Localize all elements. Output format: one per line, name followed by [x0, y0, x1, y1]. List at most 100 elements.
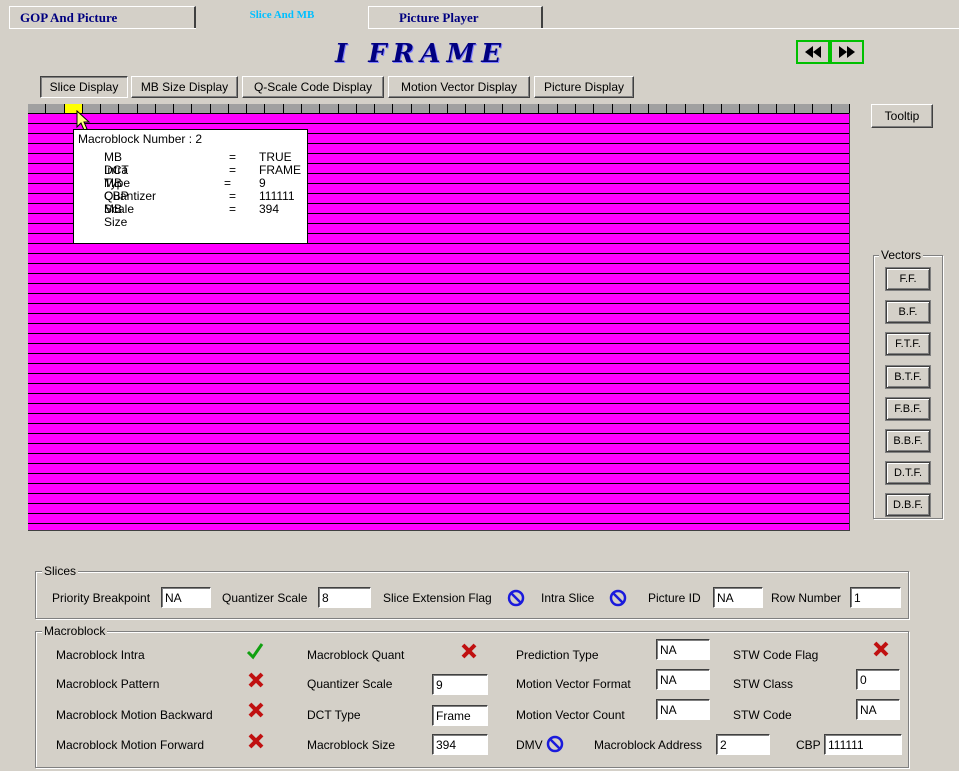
- cross-icon: [248, 702, 264, 718]
- tooltip-equals: =: [229, 202, 237, 216]
- motion-vector-count-field[interactable]: NA: [656, 699, 710, 720]
- macroblock-cell[interactable]: [210, 104, 229, 113]
- dct-type-label: DCT Type: [307, 708, 361, 722]
- macroblock-cell[interactable]: [685, 104, 704, 113]
- macroblock-cell[interactable]: [502, 104, 522, 113]
- picture-id-field[interactable]: NA: [713, 587, 763, 608]
- macroblock-cell[interactable]: [356, 104, 376, 113]
- cross-icon: [461, 643, 477, 659]
- priority-breakpoint-field[interactable]: NA: [161, 587, 211, 608]
- macroblock-cell[interactable]: [174, 104, 193, 113]
- motion-vector-format-field[interactable]: NA: [656, 669, 710, 690]
- macroblock-cell[interactable]: [703, 104, 723, 113]
- mb-quantizer-scale-field[interactable]: 9: [432, 674, 488, 695]
- picture-id-label: Picture ID: [648, 591, 701, 605]
- tab-divider: [9, 28, 196, 29]
- macroblock-cell[interactable]: [466, 104, 485, 113]
- macroblock-row[interactable]: [28, 104, 850, 113]
- previous-frame-button[interactable]: [796, 40, 830, 64]
- intra-slice-label: Intra Slice: [541, 591, 595, 605]
- macroblock-size-label: Macroblock Size: [307, 738, 396, 752]
- macroblock-cell[interactable]: [155, 104, 175, 113]
- row-number-label: Row Number: [771, 591, 842, 605]
- tab-slice-and-mb[interactable]: Slice And MB: [196, 4, 368, 28]
- macroblock-cell[interactable]: [320, 104, 339, 113]
- macroblock-cell[interactable]: [283, 104, 302, 113]
- q-scale-code-display-button[interactable]: Q-Scale Code Display: [242, 76, 384, 98]
- vector-fbf-button[interactable]: F.B.F.: [885, 397, 931, 421]
- row-number-field[interactable]: 1: [850, 587, 901, 608]
- checkmark-icon: [246, 643, 264, 660]
- motion-vector-format-label: Motion Vector Format: [516, 677, 631, 691]
- macroblock-size-field[interactable]: 394: [432, 734, 488, 755]
- stw-code-field[interactable]: NA: [856, 699, 900, 720]
- macroblock-cell[interactable]: [137, 104, 156, 113]
- macroblock-cell[interactable]: [758, 104, 777, 113]
- next-frame-button[interactable]: [830, 40, 864, 64]
- tab-picture-player[interactable]: Picture Player: [368, 6, 543, 28]
- macroblock-cell[interactable]: [813, 104, 832, 113]
- macroblock-cell[interactable]: [301, 104, 321, 113]
- tab-gop-and-picture[interactable]: GOP And Picture: [9, 6, 196, 28]
- macroblock-cell[interactable]: [28, 104, 47, 113]
- macroblock-cell[interactable]: [594, 104, 613, 113]
- macroblock-cell[interactable]: [521, 104, 540, 113]
- macroblock-cell[interactable]: [740, 104, 759, 113]
- macroblock-cell[interactable]: [795, 104, 814, 113]
- slice-extension-flag-label: Slice Extension Flag: [383, 591, 492, 605]
- macroblock-cell[interactable]: [612, 104, 631, 113]
- cbp-field[interactable]: 111111: [824, 734, 902, 755]
- macroblock-cell[interactable]: [630, 104, 650, 113]
- rewind-icon: [805, 46, 821, 58]
- dct-type-field[interactable]: Frame: [432, 705, 488, 726]
- macroblock-cell[interactable]: [575, 104, 595, 113]
- prohibited-icon: [546, 735, 564, 753]
- macroblock-motion-backward-label: Macroblock Motion Backward: [56, 708, 213, 722]
- picture-display-button[interactable]: Picture Display: [534, 76, 634, 98]
- cross-icon: [873, 641, 889, 657]
- macroblock-cell[interactable]: [375, 104, 394, 113]
- macroblock-cell[interactable]: [393, 104, 412, 113]
- macroblock-cell[interactable]: [101, 104, 120, 113]
- stw-class-field[interactable]: 0: [856, 669, 900, 690]
- macroblock-cell[interactable]: [667, 104, 686, 113]
- slice-display-button[interactable]: Slice Display: [40, 76, 128, 98]
- macroblock-cell[interactable]: [831, 104, 850, 113]
- slices-group-title: Slices: [42, 564, 79, 578]
- mb-quantizer-scale-label: Quantizer Scale: [307, 677, 393, 691]
- macroblock-cell[interactable]: [247, 104, 266, 113]
- macroblock-cell[interactable]: [649, 104, 668, 113]
- vector-ftf-button[interactable]: F.T.F.: [885, 332, 931, 356]
- vector-bbf-button[interactable]: B.B.F.: [885, 429, 931, 453]
- macroblock-cell[interactable]: [557, 104, 576, 113]
- vector-dtf-button[interactable]: D.T.F.: [885, 461, 931, 485]
- priority-breakpoint-label: Priority Breakpoint: [52, 591, 151, 605]
- tooltip-button[interactable]: Tooltip: [871, 104, 933, 128]
- macroblock-cell[interactable]: [119, 104, 138, 113]
- macroblock-cell[interactable]: [448, 104, 467, 113]
- slice-quantizer-scale-field[interactable]: 8: [318, 587, 371, 608]
- macroblock-cell[interactable]: [539, 104, 558, 113]
- macroblock-cell[interactable]: [228, 104, 248, 113]
- macroblock-cell[interactable]: [776, 104, 796, 113]
- macroblock-cell[interactable]: [265, 104, 284, 113]
- macroblock-cell[interactable]: [429, 104, 449, 113]
- prohibited-icon: [609, 589, 627, 607]
- prediction-type-field[interactable]: NA: [656, 639, 710, 660]
- cross-icon: [248, 733, 264, 749]
- macroblock-cell[interactable]: [46, 104, 65, 113]
- prohibited-icon: [507, 589, 525, 607]
- macroblock-cell[interactable]: [411, 104, 430, 113]
- macroblock-cell[interactable]: [722, 104, 741, 113]
- macroblock-address-field[interactable]: 2: [716, 734, 770, 755]
- vector-btf-button[interactable]: B.T.F.: [885, 365, 931, 389]
- macroblock-cell[interactable]: [484, 104, 503, 113]
- vector-ff-button[interactable]: F.F.: [885, 267, 931, 291]
- mb-size-display-button[interactable]: MB Size Display: [131, 76, 238, 98]
- macroblock-cell[interactable]: [192, 104, 211, 113]
- vector-dbf-button[interactable]: D.B.F.: [885, 493, 931, 517]
- motion-vector-display-button[interactable]: Motion Vector Display: [388, 76, 530, 98]
- vector-bf-button[interactable]: B.F.: [885, 300, 931, 324]
- macroblock-cell[interactable]: [338, 104, 357, 113]
- stw-code-label: STW Code: [733, 708, 792, 722]
